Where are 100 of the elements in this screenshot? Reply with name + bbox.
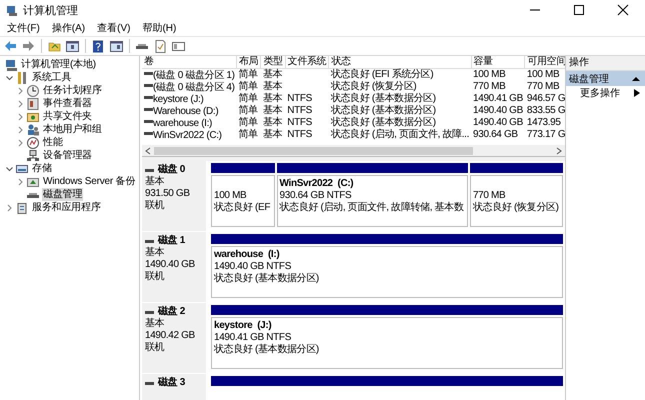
disk-status: 联机: [145, 342, 166, 354]
tree-item[interactable]: 共享文件夹: [42, 110, 94, 123]
column-header[interactable]: 布局: [236, 56, 261, 68]
table-cell: 基本: [262, 129, 282, 141]
partition-status: 状态良好 (启动, 页面文件, 故障转储, 基本数: [280, 202, 465, 214]
partition-box[interactable]: 100 MB 状态良好 (EF: [211, 175, 275, 227]
network-icon: [26, 148, 40, 162]
column-header[interactable]: 卷: [142, 56, 237, 68]
partition-box[interactable]: keystore (J:) 1490.41 GB NTFS 状态良好 (基本数据分区): [211, 317, 563, 369]
column-header[interactable]: 类型: [260, 56, 286, 68]
table-cell: keystore (J:): [153, 94, 204, 105]
table-cell: NTFS: [287, 129, 312, 141]
table-cell: NTFS: [287, 105, 312, 117]
menu-item[interactable]: 帮助(H): [138, 21, 182, 35]
partition-status: 状态良好 (恢复分区): [472, 202, 560, 214]
table-cell-text: 简单: [238, 105, 258, 116]
disk-name: 磁盘 0: [158, 164, 185, 176]
partition-status: 状态良好 (EF: [214, 202, 272, 214]
partition-size: 100 MB: [214, 190, 248, 202]
disk-status: 联机: [145, 271, 166, 283]
tree-item[interactable]: 事件查看器: [42, 97, 94, 110]
scroll-right-icon[interactable]: [555, 146, 563, 156]
disk-size: 931.50 GB: [145, 188, 191, 200]
menu-item[interactable]: 查看(V): [93, 21, 136, 35]
menu-item[interactable]: 操作(A): [48, 21, 92, 35]
table-cell: WinSvr2022 (C:): [153, 130, 222, 141]
disk-status: 联机: [145, 200, 166, 212]
window-icon[interactable]: [109, 38, 124, 54]
tree-item[interactable]: 磁盘管理: [42, 188, 84, 201]
table-cell: 1490.40 GB: [473, 105, 523, 117]
table-cell-text: 基本: [262, 93, 282, 104]
table-cell-text: 简单: [238, 93, 258, 104]
table-cell: (磁盘 0 磁盘分区 4): [153, 82, 235, 93]
table-cell: 简单: [238, 129, 258, 141]
table-cell-text: 基本: [262, 81, 282, 92]
computer-icon: [4, 58, 18, 72]
partition-size: 930.64 GB NTFS: [280, 190, 352, 202]
app-icon: [5, 3, 19, 17]
table-cell: NTFS: [287, 93, 312, 105]
caret-right-icon: [634, 89, 640, 97]
tree-item[interactable]: 系统工具: [31, 71, 72, 84]
table-cell: NTFS: [287, 117, 312, 129]
scroll-left-icon[interactable]: [144, 146, 152, 156]
partition-box[interactable]: 770 MB 状态良好 (恢复分区): [470, 175, 563, 227]
table-cell: 930.64 GB: [473, 129, 518, 141]
table-cell: 770 MB: [473, 81, 506, 93]
disk-size: 1490.42 GB: [145, 330, 196, 342]
back-arrow-icon[interactable]: [3, 38, 18, 54]
window-title: 计算机管理: [23, 4, 78, 18]
disk-name: 磁盘 3: [158, 377, 185, 389]
table-cell: 946.57 G: [526, 93, 565, 105]
disk-type: 基本: [145, 176, 166, 188]
table-cell-text: 状态良好 (基本数据分区): [330, 117, 436, 128]
caret-up-icon[interactable]: [632, 74, 640, 82]
table-cell-text: 简单: [238, 117, 258, 128]
table-cell: 833.55 G: [526, 105, 565, 117]
tree-item[interactable]: 本地用户和组: [42, 123, 103, 136]
actions-section-header[interactable]: 磁盘管理: [566, 71, 645, 86]
partition-name: WinSvr2022 (C:): [280, 178, 354, 190]
table-cell: (磁盘 0 磁盘分区 1): [153, 70, 235, 81]
clock-icon: [26, 84, 40, 98]
forward-arrow-icon[interactable]: [21, 38, 36, 54]
disk-type: 基本: [145, 318, 166, 330]
menu-item[interactable]: 文件(F): [3, 21, 46, 35]
action-item[interactable]: 更多操作: [566, 86, 645, 100]
tree-item[interactable]: 服务和应用程序: [31, 201, 102, 214]
disk-name: 磁盘 2: [158, 306, 185, 318]
table-cell: warehouse (I:): [153, 118, 212, 129]
help-icon[interactable]: [91, 38, 106, 54]
actions-header: 操作: [566, 56, 645, 71]
column-header[interactable]: 状态: [328, 56, 472, 68]
table-cell: 1473.95: [526, 117, 561, 129]
disk-name: 磁盘 1: [158, 235, 185, 246]
tree-item[interactable]: 性能: [42, 136, 64, 149]
table-cell: 1490.41 GB: [473, 93, 523, 105]
horizontal-scrollbar[interactable]: [142, 145, 565, 156]
partition-status: 状态良好 (基本数据分区): [214, 344, 320, 356]
tree-item[interactable]: 任务计划程序: [42, 84, 103, 97]
table-cell-text: 状态良好 (恢复分区): [330, 81, 416, 92]
table-cell: 100 MB: [473, 69, 506, 81]
table-cell: 100 MB: [526, 69, 560, 81]
checklist-icon[interactable]: [153, 38, 168, 54]
partition-size: 770 MB: [472, 190, 506, 202]
partition-box[interactable]: warehouse (I:) 1490.40 GB NTFS 状态良好 (基本数据分区): [211, 246, 563, 298]
tree-item[interactable]: 设备管理器: [42, 149, 94, 162]
table-cell-text: 基本: [262, 105, 282, 116]
table-cell: 770 MB: [526, 81, 560, 93]
disk-type: 基本: [145, 247, 166, 259]
table-cell-text: 基本: [262, 69, 282, 80]
partition-size: 1490.41 GB NTFS: [214, 332, 292, 344]
tree-item[interactable]: 存储: [31, 162, 53, 175]
table-cell-text: 基本: [262, 117, 282, 128]
tree-item[interactable]: Windows Server 备份: [42, 175, 136, 188]
table-cell: Warehouse (D:): [153, 106, 218, 117]
table-cell: 1490.40 GB: [473, 117, 523, 129]
partition-box[interactable]: WinSvr2022 (C:) 930.64 GB NTFS 状态良好 (启动, 页面文件, 故障转储, 基本数: [276, 175, 468, 227]
gauge-icon: [26, 136, 40, 150]
tree-item[interactable]: 计算机管理(本地): [20, 58, 97, 71]
table-cell-text: 状态良好 (基本数据分区): [330, 93, 436, 104]
users-icon: [26, 122, 40, 136]
